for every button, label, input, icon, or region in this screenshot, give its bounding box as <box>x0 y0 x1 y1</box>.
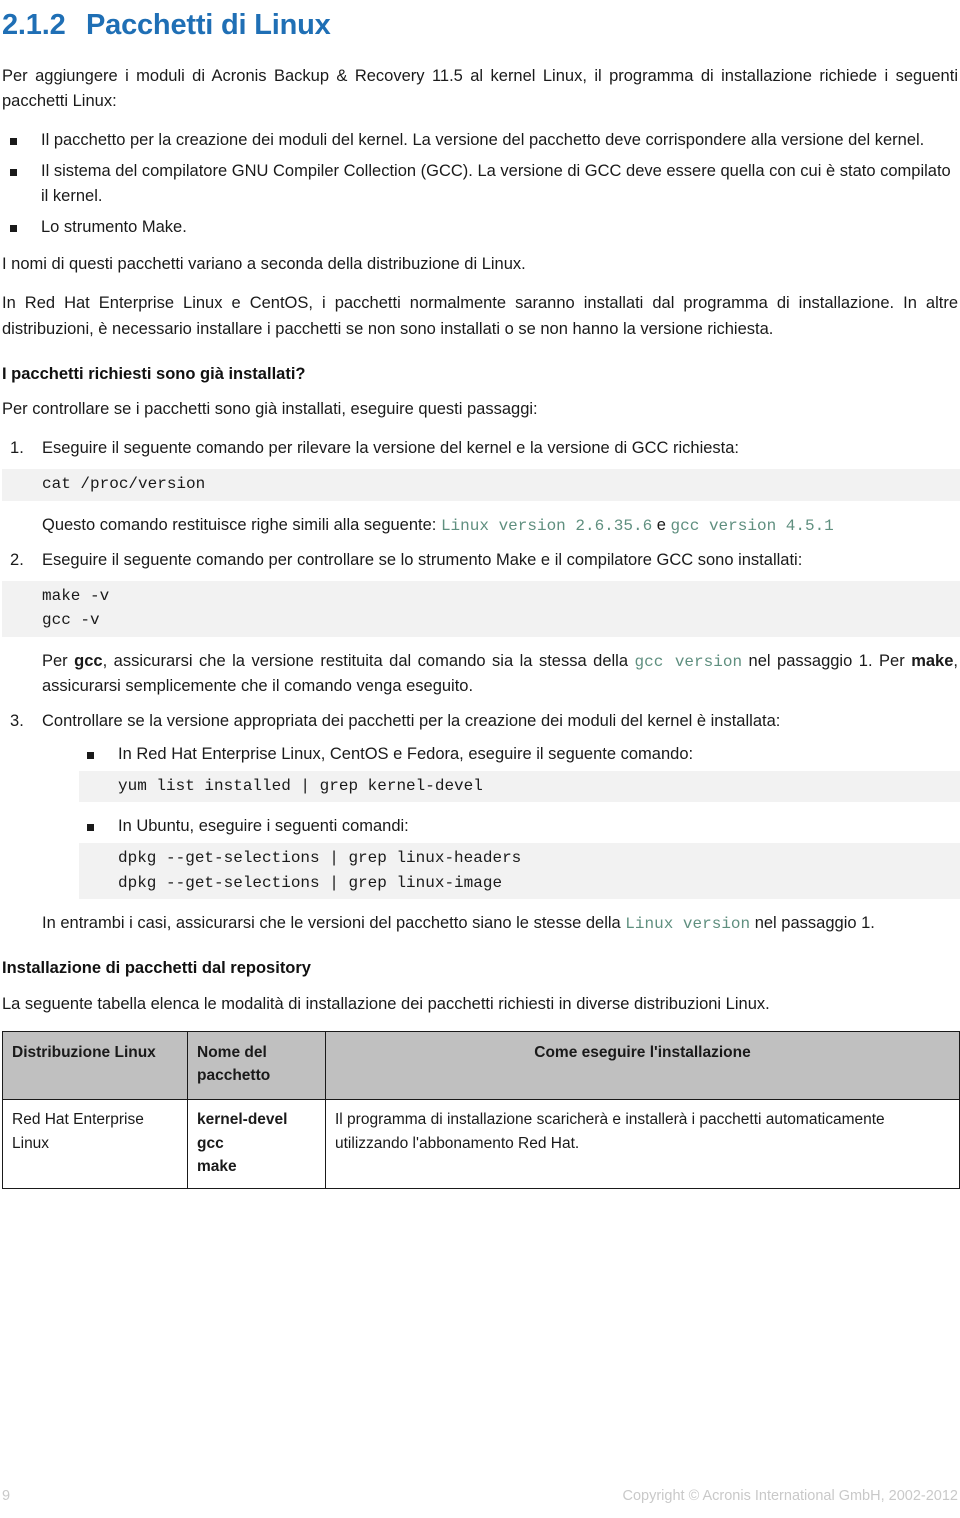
closing-prefix: In entrambi i casi, assicurarsi che le v… <box>42 914 626 933</box>
page-footer: 9 Copyright © Acronis International GmbH… <box>0 1488 960 1504</box>
intro-paragraph: Per aggiungere i moduli di Acronis Backu… <box>2 66 958 110</box>
inline-code-gcc-version-ref: gcc version <box>634 652 743 671</box>
step-1-note: Questo comando restituisce righe simili … <box>42 513 958 538</box>
section-number: 2.1.2 <box>2 9 66 41</box>
package-name: gcc <box>197 1134 224 1152</box>
table-row: Red Hat Enterprise Linux kernel-devel gc… <box>2 1099 960 1190</box>
step-2-note-part1: Per <box>42 651 75 670</box>
list-item: Lo strumento Make. <box>2 215 958 240</box>
redhat-note-paragraph: In Red Hat Enterprise Linux e CentOS, i … <box>2 294 958 338</box>
list-item-step-2: Eseguire il seguente comando per control… <box>2 548 960 699</box>
list-item: Il pacchetto per la creazione dei moduli… <box>2 128 958 153</box>
substep-1-text: In Red Hat Enterprise Linux, CentOS e Fe… <box>118 744 694 763</box>
code-block-cat-proc-version: cat /proc/version <box>2 469 960 501</box>
code-block-yum-list: yum list installed | grep kernel-devel <box>79 771 960 803</box>
list-item-substep-1: In Red Hat Enterprise Linux, CentOS e Fe… <box>79 742 960 803</box>
cell-packages: kernel-devel gcc make <box>187 1099 326 1190</box>
page-title: 2.1.2 Pacchetti di Linux <box>2 9 958 42</box>
subheading-already-installed: I pacchetti richiesti sono già installat… <box>2 364 306 383</box>
inline-code-linux-version: Linux version 2.6.35.6 <box>440 516 653 535</box>
step-2-note-part2: , assicurarsi che la versione restituita… <box>102 651 635 670</box>
requirements-list: Il pacchetto per la creazione dei moduli… <box>2 128 958 240</box>
step-1-note-mid: e <box>652 515 671 534</box>
cell-howto: Il programma di installazione scaricherà… <box>325 1099 960 1190</box>
subheading-repository: Installazione di pacchetti dal repositor… <box>2 959 311 978</box>
distribution-table: Distribuzione Linux Nome del pacchetto C… <box>2 1030 960 1190</box>
step-2-text: Eseguire il seguente comando per control… <box>42 550 803 569</box>
code-block-make-gcc-v: make -v gcc -v <box>2 580 960 637</box>
step-2-note-part3: nel passaggio 1. Per <box>742 651 912 670</box>
step-3-closing-note: In entrambi i casi, assicurarsi che le v… <box>42 911 958 936</box>
list-item-substep-2: In Ubuntu, eseguire i seguenti comandi: … <box>79 814 960 900</box>
list-item-step-1: Eseguire il seguente comando per rilevar… <box>2 436 960 538</box>
column-header-howto: Come eseguire l'installazione <box>325 1030 960 1101</box>
copyright-notice: Copyright © Acronis International GmbH, … <box>622 1488 958 1504</box>
page-number: 9 <box>2 1488 11 1504</box>
step-1-text: Eseguire il seguente comando per rilevar… <box>42 439 740 458</box>
step-3-text: Controllare se la versione appropriata d… <box>42 711 781 730</box>
table-header-row: Distribuzione Linux Nome del pacchetto C… <box>2 1030 960 1101</box>
code-block-dpkg-selections: dpkg --get-selections | grep linux-heade… <box>79 843 960 900</box>
step-2-bold-make: make <box>911 651 954 670</box>
names-vary-paragraph: I nomi di questi pacchetti variano a sec… <box>2 255 526 274</box>
list-item: Il sistema del compilatore GNU Compiler … <box>2 159 958 209</box>
list-item-step-3: Controllare se la versione appropriata d… <box>2 709 960 936</box>
step-2-note: Per gcc, assicurarsi che la versione res… <box>42 649 958 699</box>
section-title: Pacchetti di Linux <box>86 9 331 41</box>
package-name: make <box>197 1157 237 1175</box>
step-1-note-prefix: Questo comando restituisce righe simili … <box>42 515 441 534</box>
column-header-distribution: Distribuzione Linux <box>2 1030 188 1101</box>
substep-2-text: In Ubuntu, eseguire i seguenti comandi: <box>118 817 409 836</box>
document-page: 2.1.2 Pacchetti di Linux Per aggiungere … <box>0 0 960 1518</box>
inline-code-linux-version-ref: Linux version <box>625 915 751 934</box>
repository-lead: La seguente tabella elenca le modalità d… <box>2 994 770 1013</box>
closing-suffix: nel passaggio 1. <box>750 914 875 933</box>
already-installed-lead: Per controllare se i pacchetti sono già … <box>2 400 538 419</box>
step-2-bold-gcc: gcc <box>74 651 103 670</box>
column-header-package-name: Nome del pacchetto <box>187 1030 326 1101</box>
step-3-substeps: In Red Hat Enterprise Linux, CentOS e Fe… <box>79 742 960 900</box>
steps-list: Eseguire il seguente comando per rilevar… <box>2 436 960 936</box>
cell-distribution: Red Hat Enterprise Linux <box>2 1099 188 1190</box>
package-name: kernel-devel <box>197 1111 288 1129</box>
inline-code-gcc-version: gcc version 4.5.1 <box>670 516 834 535</box>
table-header: Distribuzione Linux Nome del pacchetto C… <box>2 1030 960 1101</box>
table-body: Red Hat Enterprise Linux kernel-devel gc… <box>2 1099 960 1190</box>
page-content: 2.1.2 Pacchetti di Linux Per aggiungere … <box>0 0 960 1190</box>
